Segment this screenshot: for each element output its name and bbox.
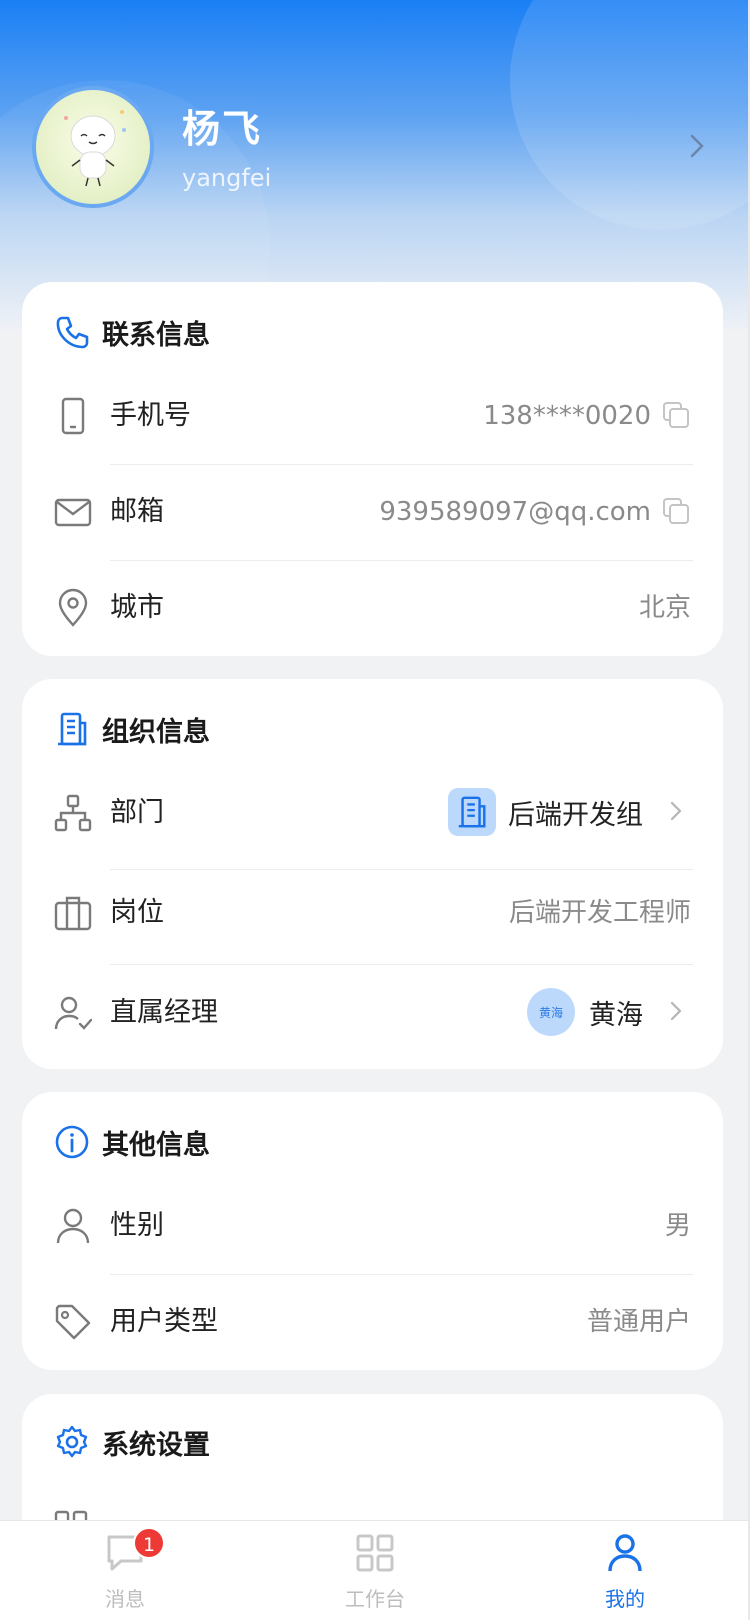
chevron-right-icon[interactable] <box>669 798 683 824</box>
mobile-icon <box>61 397 85 435</box>
user-icon <box>56 1208 90 1244</box>
user-type-value: 普通用户 <box>586 1307 691 1337</box>
manager-chip[interactable]: 黄海 黄海 <box>527 987 643 1037</box>
department-label: 部门 <box>110 797 164 828</box>
position-value: 后端开发工程师 <box>508 898 691 928</box>
briefcase-icon <box>54 896 92 931</box>
gender-label: 性别 <box>110 1210 164 1241</box>
tab-workbench[interactable]: 工作台 <box>250 1521 500 1620</box>
other-title: 其他信息 <box>102 1129 210 1161</box>
profile-header[interactable]: 杨飞 yangfei <box>0 0 750 330</box>
mail-icon <box>54 498 92 527</box>
bottom-tab-bar: 1 消息 工作台 我的 <box>0 1520 750 1620</box>
email-label: 邮箱 <box>110 496 164 527</box>
position-label: 岗位 <box>110 897 164 928</box>
building-icon <box>448 788 496 836</box>
tab-mine[interactable]: 我的 <box>500 1521 750 1620</box>
copy-icon[interactable] <box>661 400 691 430</box>
chevron-right-icon[interactable] <box>669 998 683 1024</box>
tag-icon <box>55 1304 91 1340</box>
manager-value: 黄海 <box>589 999 643 1031</box>
card-title: 组织信息 <box>54 709 210 749</box>
location-pin-icon <box>58 588 88 627</box>
phone-label: 手机号 <box>110 400 191 431</box>
card-title: 系统设置 <box>54 1422 210 1462</box>
phone-value: 138****0020 <box>483 401 651 431</box>
settings-title: 系统设置 <box>102 1429 210 1461</box>
city-label: 城市 <box>110 592 164 623</box>
email-row: 邮箱 939589097@qq.com <box>22 464 723 560</box>
user-name: 杨飞 <box>182 107 263 151</box>
manager-label: 直属经理 <box>110 997 218 1028</box>
building-icon <box>58 712 87 746</box>
manager-avatar: 黄海 <box>527 988 575 1036</box>
department-row[interactable]: 部门 后端开发组 <box>22 765 723 861</box>
phone-icon <box>56 316 89 349</box>
gender-value: 男 <box>664 1211 691 1241</box>
user-type-row: 用户类型 普通用户 <box>22 1274 723 1370</box>
tab-messages-label: 消息 <box>105 1587 145 1611</box>
gear-icon <box>56 1425 88 1458</box>
avatar[interactable] <box>32 86 154 208</box>
user-icon <box>608 1534 642 1572</box>
header-decoration <box>510 0 750 230</box>
contact-title: 联系信息 <box>102 319 210 351</box>
department-chip[interactable]: 后端开发组 <box>448 787 643 837</box>
city-value: 北京 <box>638 593 691 623</box>
email-value: 939589097@qq.com <box>379 497 651 527</box>
tab-mine-label: 我的 <box>605 1587 645 1611</box>
tab-messages[interactable]: 1 消息 <box>0 1521 250 1620</box>
card-title: 其他信息 <box>54 1122 210 1162</box>
user-check-icon <box>54 996 93 1030</box>
org-title: 组织信息 <box>102 716 210 748</box>
position-row: 岗位 后端开发工程师 <box>22 865 723 961</box>
city-row: 城市 北京 <box>22 560 723 656</box>
gender-row: 性别 男 <box>22 1178 723 1274</box>
avatar-character-icon <box>64 110 126 187</box>
message-badge: 1 <box>133 1527 165 1559</box>
chevron-right-icon[interactable] <box>688 132 708 160</box>
manager-row[interactable]: 直属经理 黄海 黄海 <box>22 965 723 1061</box>
info-icon <box>55 1125 89 1159</box>
user-type-label: 用户类型 <box>110 1306 218 1337</box>
phone-row: 手机号 138****0020 <box>22 368 723 464</box>
org-chart-icon <box>54 794 92 832</box>
org-info-card: 组织信息 部门 后端开发组 岗位 后端开发工程师 直属经理 黄海 黄海 <box>22 679 723 1069</box>
user-account: yangfei <box>182 164 272 192</box>
contact-info-card: 联系信息 手机号 138****0020 邮箱 939589097@qq.com <box>22 282 723 656</box>
other-info-card: 其他信息 性别 男 用户类型 普通用户 <box>22 1092 723 1370</box>
department-value: 后端开发组 <box>508 799 643 831</box>
tab-workbench-label: 工作台 <box>345 1587 405 1611</box>
card-title: 联系信息 <box>54 312 210 352</box>
copy-icon[interactable] <box>661 496 691 526</box>
grid-icon <box>356 1534 394 1572</box>
